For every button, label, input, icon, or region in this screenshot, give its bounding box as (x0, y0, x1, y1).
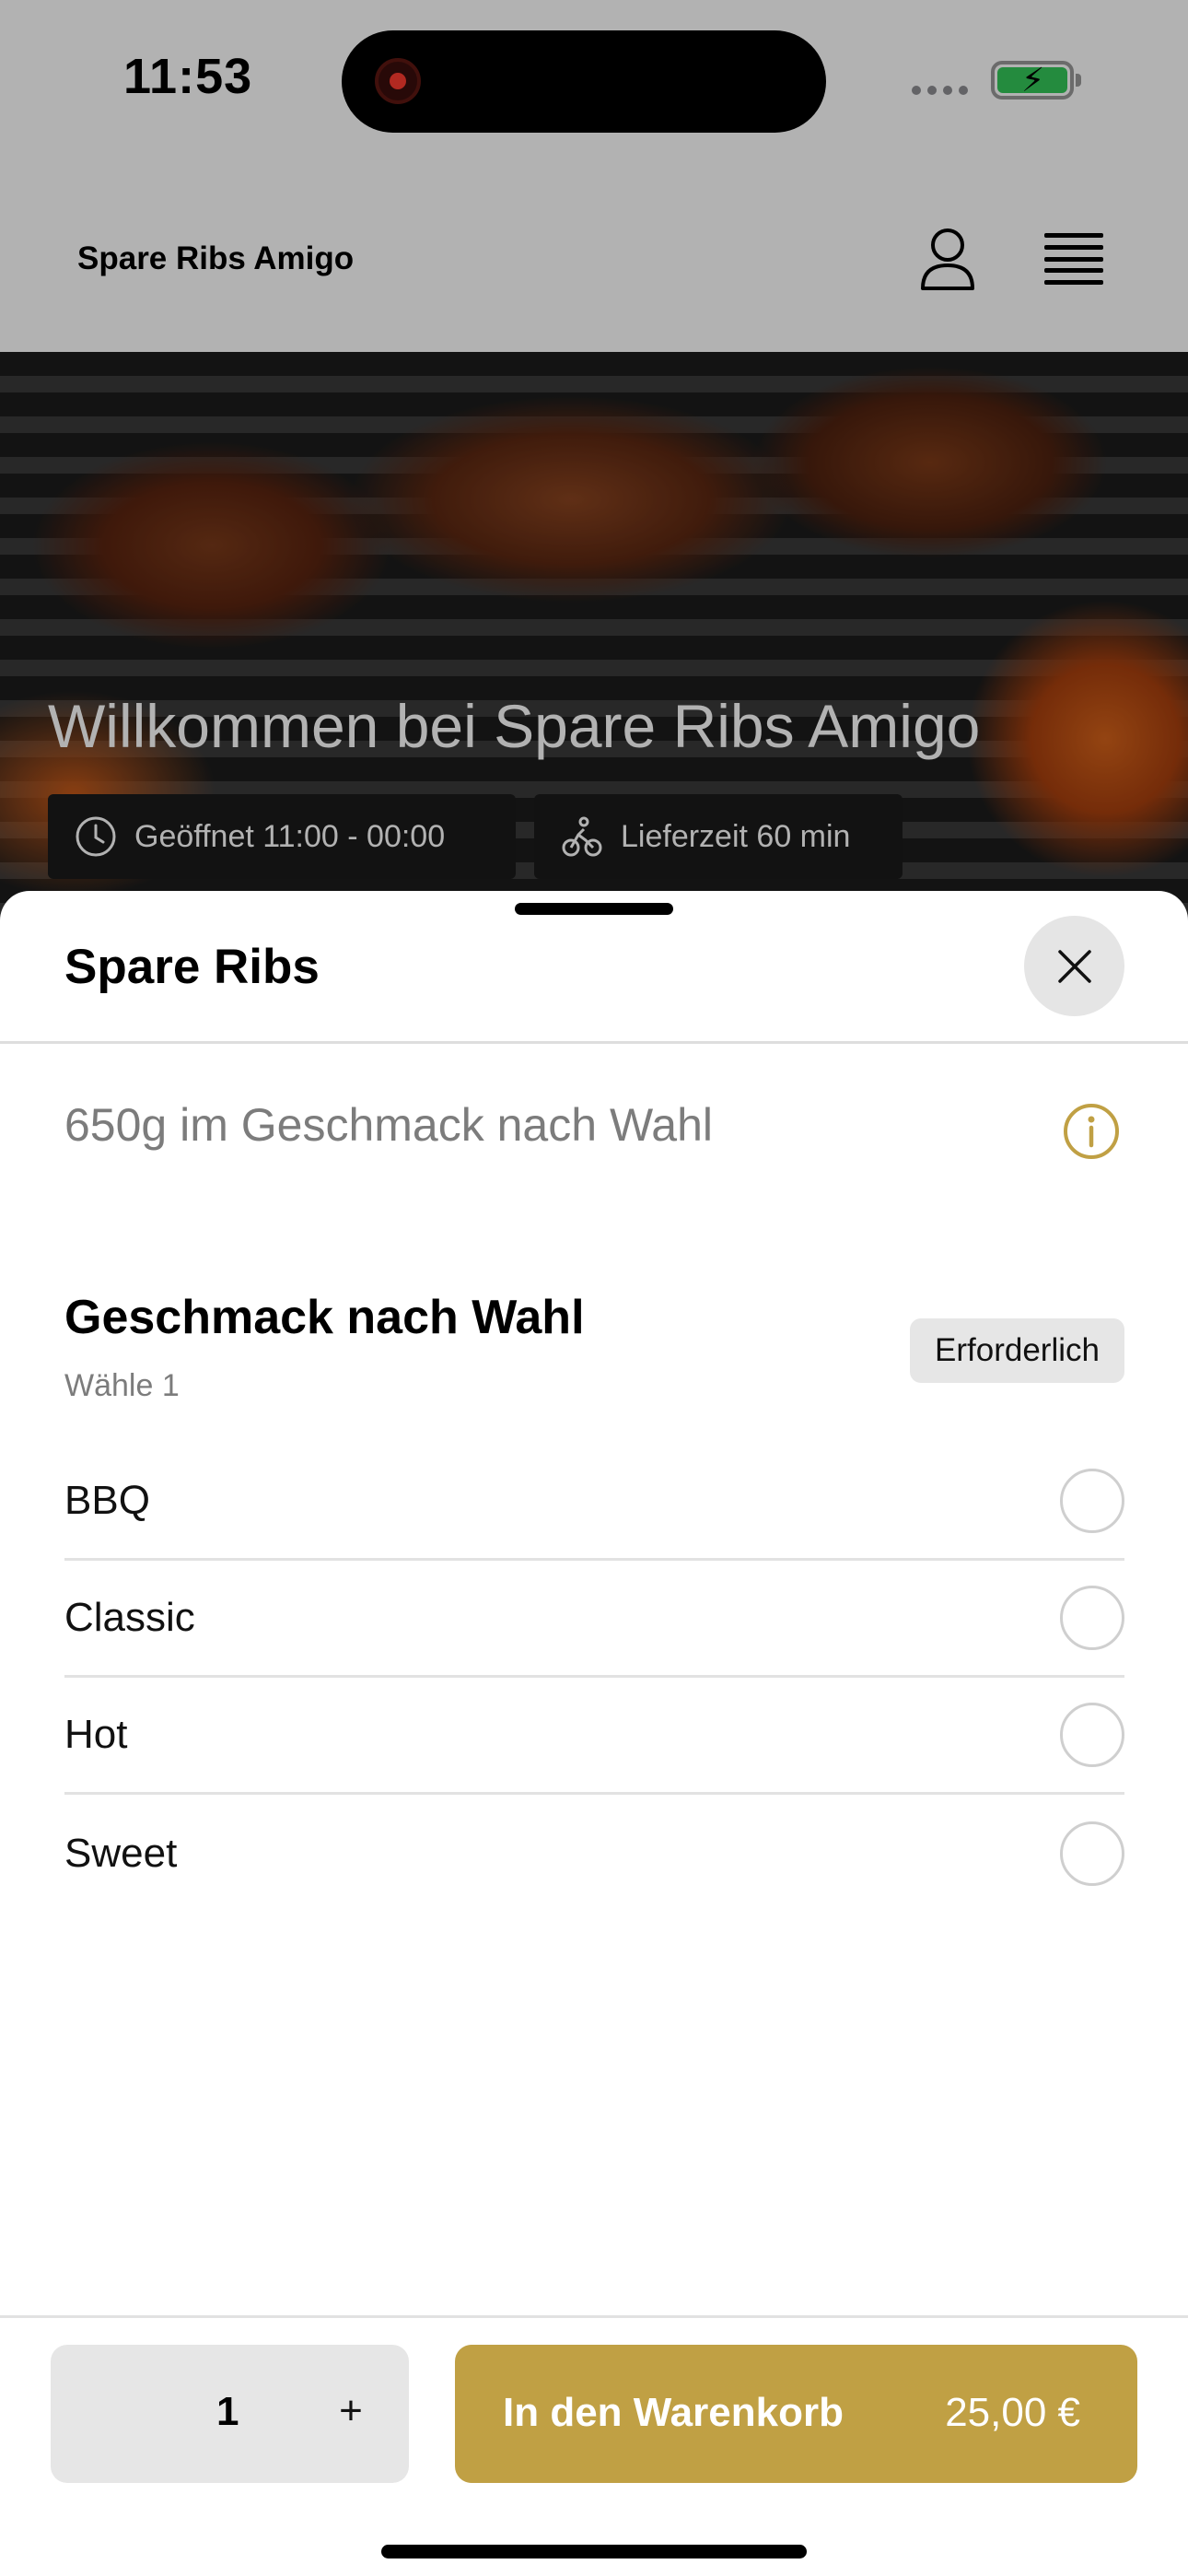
product-description: 650g im Geschmack nach Wahl (64, 1099, 714, 1151)
quantity-value: 1 (216, 2389, 239, 2434)
info-icon[interactable] (1063, 1103, 1120, 1160)
sheet-grabber[interactable] (515, 903, 673, 915)
close-icon (1057, 949, 1091, 983)
close-button[interactable] (1024, 916, 1124, 1016)
price-label: 25,00 € (945, 2390, 1080, 2435)
option-label: BBQ (64, 1478, 150, 1523)
radio-button[interactable] (1060, 1703, 1124, 1767)
add-to-cart-label: In den Warenkorb (503, 2390, 844, 2435)
option-group-title: Geschmack nach Wahl (64, 1291, 585, 1344)
option-sweet[interactable]: Sweet (64, 1795, 1124, 1912)
increment-button[interactable]: + (320, 2380, 382, 2442)
radio-button[interactable] (1060, 1821, 1124, 1886)
product-sheet: Spare Ribs 650g im Geschmack nach Wahl G… (0, 891, 1188, 2576)
required-badge: Erforderlich (910, 1318, 1124, 1383)
add-to-cart-button[interactable]: In den Warenkorb 25,00 € (455, 2345, 1137, 2483)
quantity-stepper: 1 + (51, 2345, 409, 2483)
option-group-subtitle: Wähle 1 (64, 1368, 180, 1403)
footer-divider (0, 2315, 1188, 2318)
radio-button[interactable] (1060, 1469, 1124, 1533)
option-label: Sweet (64, 1830, 178, 1876)
flavor-options-list: BBQ Classic Hot Sweet (64, 1444, 1124, 1912)
option-label: Hot (64, 1712, 128, 1757)
home-indicator[interactable] (381, 2545, 807, 2558)
radio-button[interactable] (1060, 1586, 1124, 1650)
option-bbq[interactable]: BBQ (64, 1444, 1124, 1561)
option-label: Classic (64, 1595, 195, 1640)
product-title: Spare Ribs (64, 940, 320, 994)
option-hot[interactable]: Hot (64, 1678, 1124, 1795)
option-classic[interactable]: Classic (64, 1561, 1124, 1678)
divider (0, 1041, 1188, 1044)
